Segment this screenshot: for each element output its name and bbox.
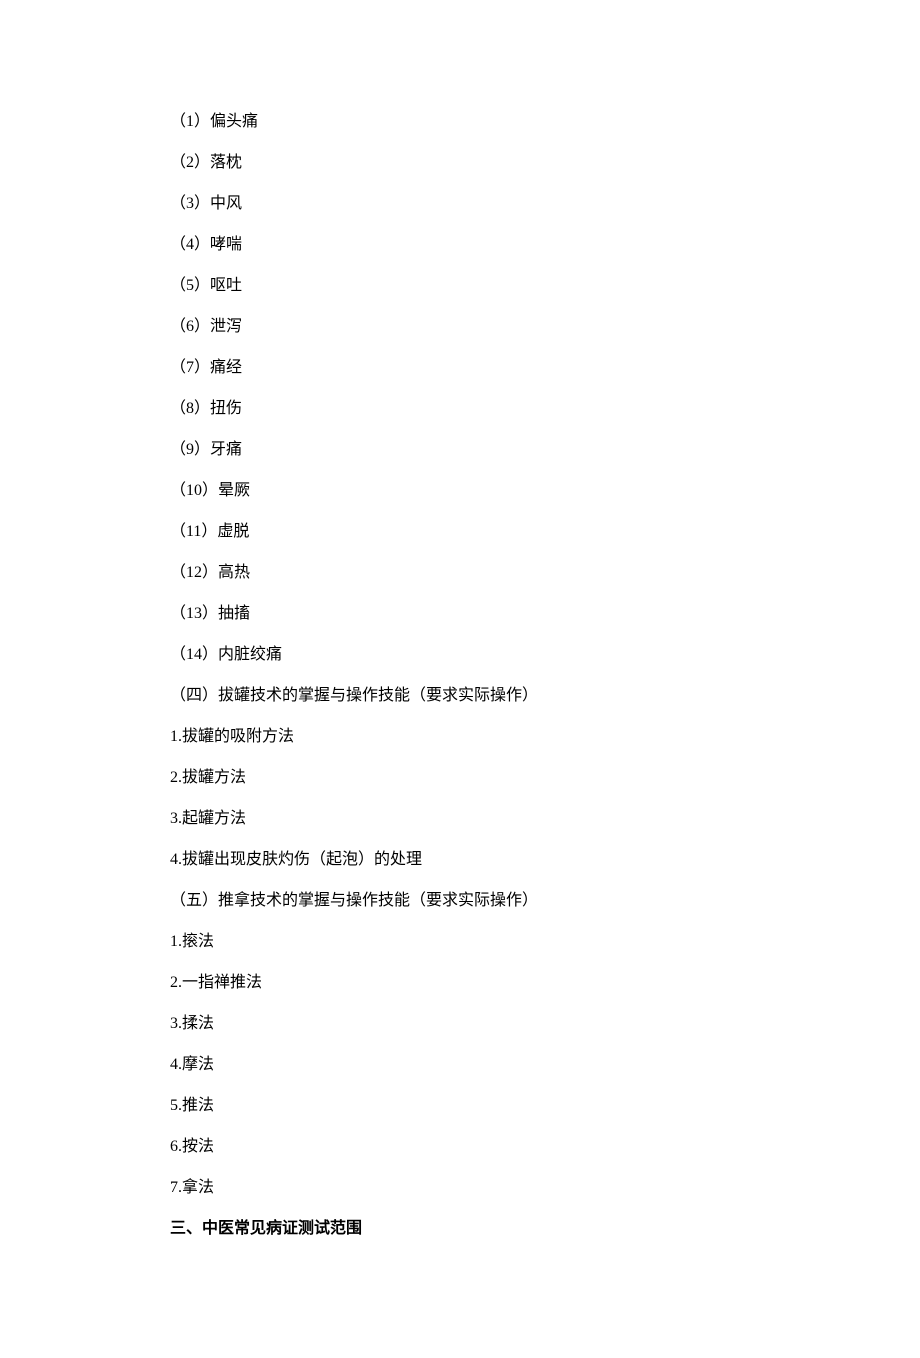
- body-line: （14）内脏绞痛: [170, 643, 750, 667]
- body-line: （11）虚脱: [170, 520, 750, 544]
- body-line: 3.起罐方法: [170, 807, 750, 831]
- body-line: 4.摩法: [170, 1053, 750, 1077]
- body-line: 3.揉法: [170, 1012, 750, 1036]
- document-page: （1）偏头痛 （2）落枕 （3）中风 （4）哮喘 （5）呕吐 （6）泄泻 （7）痛经 （8）扭…: [0, 0, 920, 1358]
- body-line: 2.一指禅推法: [170, 971, 750, 995]
- body-line: 2.拔罐方法: [170, 766, 750, 790]
- body-line: （五）推拿技术的掌握与操作技能（要求实际操作）: [170, 889, 750, 913]
- body-line: （9）牙痛: [170, 438, 750, 462]
- body-line: （1）偏头痛: [170, 110, 750, 134]
- body-line: 1.拔罐的吸附方法: [170, 725, 750, 749]
- body-line: （12）高热: [170, 561, 750, 585]
- body-line: （4）哮喘: [170, 233, 750, 257]
- body-line: （3）中风: [170, 192, 750, 216]
- body-line: 4.拔罐出现皮肤灼伤（起泡）的处理: [170, 848, 750, 872]
- body-line: （8）扭伤: [170, 397, 750, 421]
- body-line: （10）晕厥: [170, 479, 750, 503]
- body-line: （7）痛经: [170, 356, 750, 380]
- body-line: （5）呕吐: [170, 274, 750, 298]
- body-line: 6.按法: [170, 1135, 750, 1159]
- body-line: 7.拿法: [170, 1176, 750, 1200]
- document-body: （1）偏头痛 （2）落枕 （3）中风 （4）哮喘 （5）呕吐 （6）泄泻 （7）痛经 （8）扭…: [170, 110, 750, 1241]
- body-line: 5.推法: [170, 1094, 750, 1118]
- body-line: （2）落枕: [170, 151, 750, 175]
- body-line: （6）泄泻: [170, 315, 750, 339]
- body-line: 1.㨰法: [170, 930, 750, 954]
- body-line: （13）抽搐: [170, 602, 750, 626]
- body-line: （四）拔罐技术的掌握与操作技能（要求实际操作）: [170, 684, 750, 708]
- section-heading: 三、中医常见病证测试范围: [170, 1217, 750, 1241]
